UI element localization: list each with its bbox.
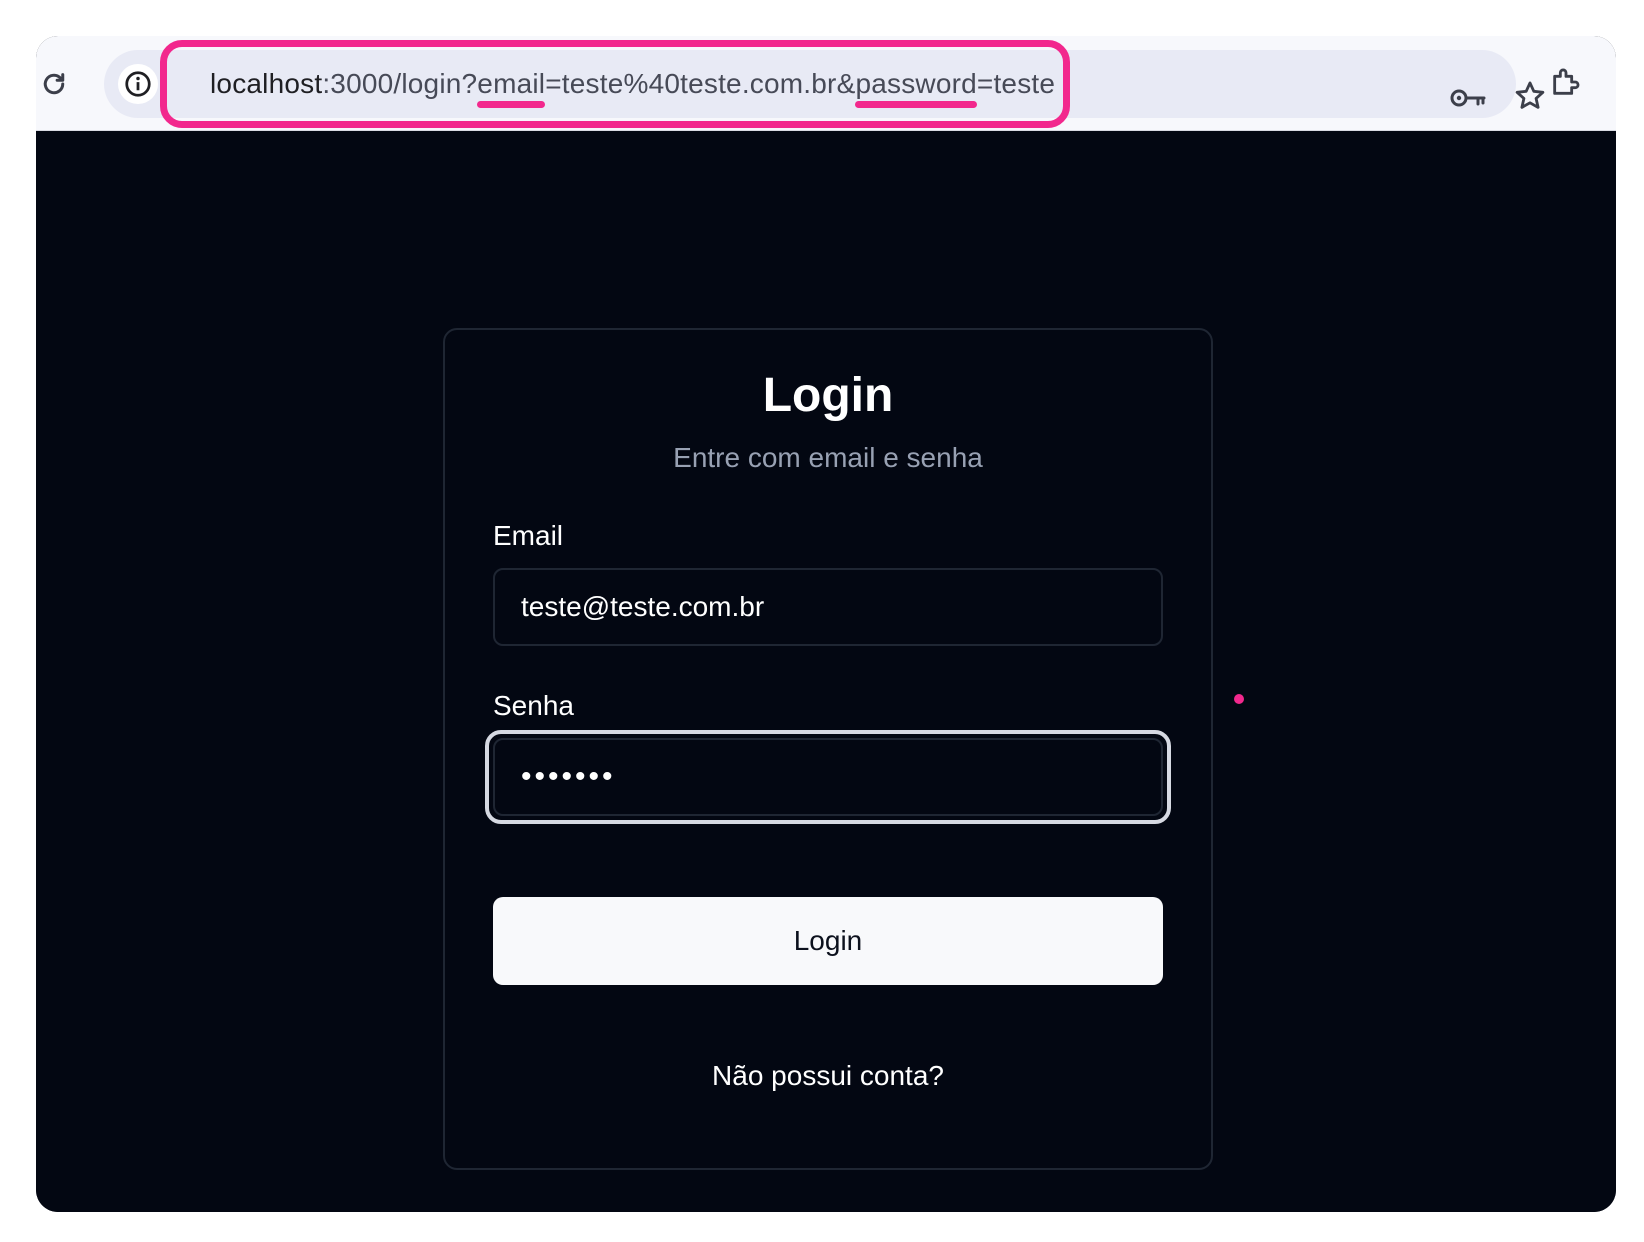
signup-link[interactable]: Não possui conta? bbox=[445, 1060, 1211, 1092]
browser-toolbar: localhost:3000/login?email=teste%40teste… bbox=[36, 36, 1616, 131]
cursor-indicator bbox=[1234, 694, 1244, 704]
email-label: Email bbox=[493, 520, 564, 551]
key-icon[interactable] bbox=[1448, 78, 1488, 118]
extensions-icon[interactable] bbox=[1546, 62, 1586, 102]
login-card: Login Entre com email e senha Email test… bbox=[443, 328, 1213, 1170]
url-highlight-annotation bbox=[160, 40, 1070, 128]
page-title: Login bbox=[762, 369, 894, 422]
password-field[interactable]: ••••••• bbox=[493, 738, 1163, 816]
login-button[interactable]: Login bbox=[493, 897, 1163, 985]
site-info-icon[interactable] bbox=[118, 64, 158, 104]
email-field[interactable]: teste@teste.com.br bbox=[493, 568, 1163, 646]
reload-icon[interactable] bbox=[36, 66, 72, 102]
browser-window: localhost:3000/login?email=teste%40teste… bbox=[36, 36, 1616, 1212]
page-content: Login Entre com email e senha Email test… bbox=[36, 132, 1616, 1212]
star-icon[interactable] bbox=[1510, 76, 1550, 116]
password-label: Senha bbox=[493, 690, 574, 721]
page-subtitle: Entre com email e senha bbox=[673, 442, 983, 473]
